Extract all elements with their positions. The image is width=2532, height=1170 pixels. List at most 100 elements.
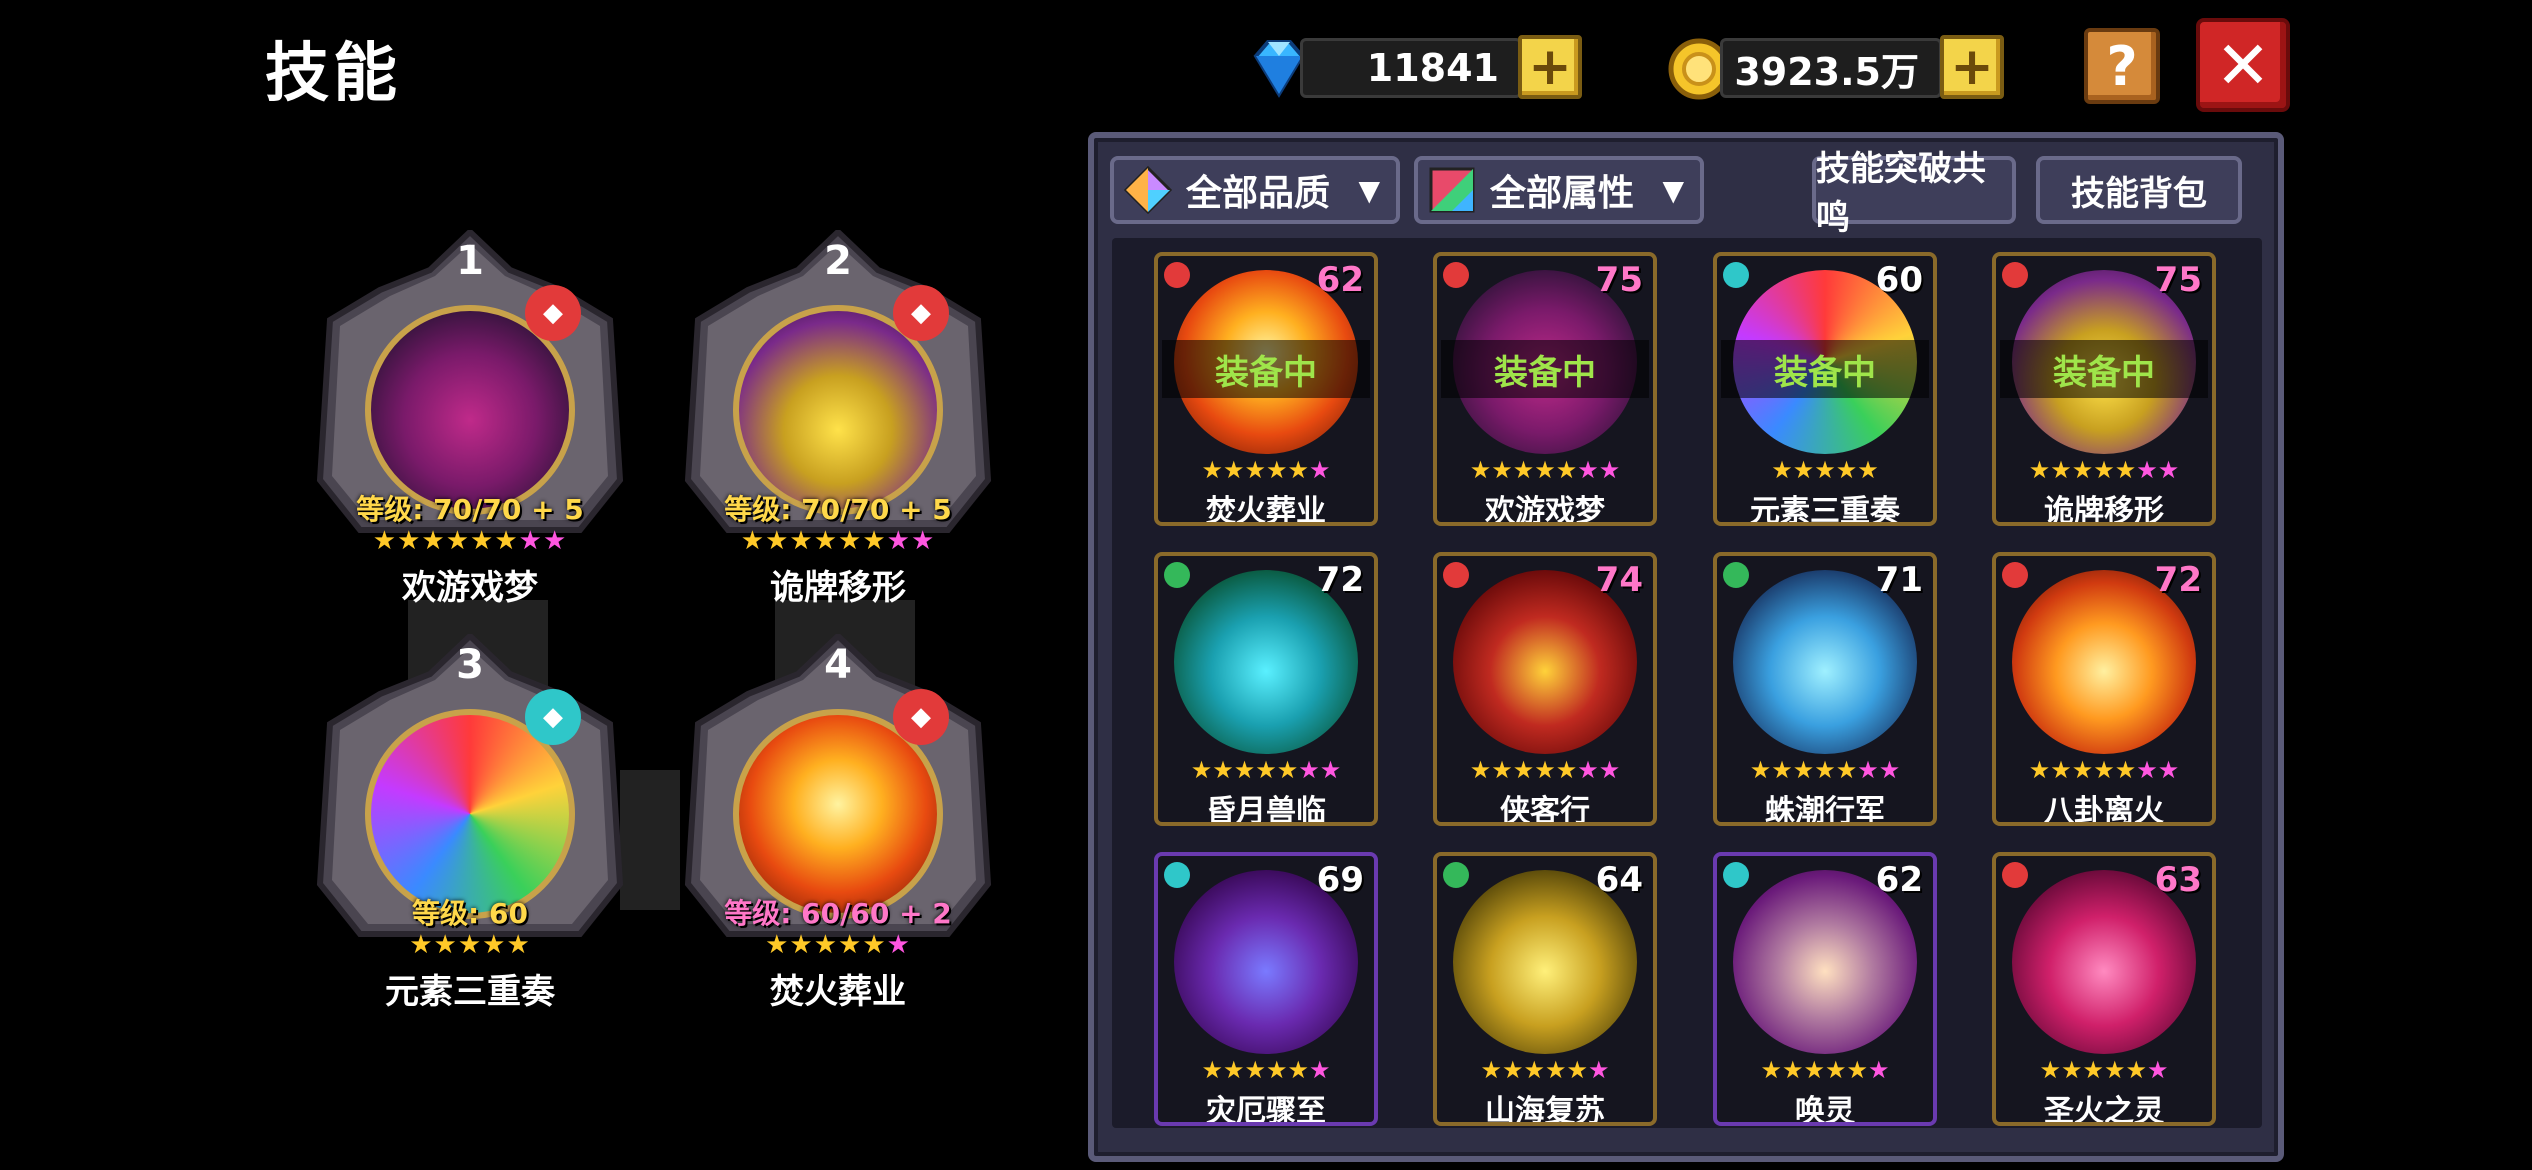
gold-count: 3923.5万 bbox=[1720, 38, 1942, 98]
pink-star-icon: ★ bbox=[1598, 456, 1621, 484]
skill-name: 八卦离火 bbox=[2044, 794, 2164, 826]
gold-star-icon: ★ bbox=[1555, 756, 1578, 784]
pink-star-icon: ★ bbox=[2157, 756, 2180, 784]
skill-card[interactable]: 64 ★★★★★★ 山海复苏 bbox=[1433, 852, 1657, 1126]
gold-star-icon: ★ bbox=[1266, 456, 1288, 484]
fire-element-icon bbox=[2002, 862, 2028, 888]
slot-skill-name: 诡牌移形 bbox=[770, 568, 906, 608]
skill-name: 唤灵 bbox=[1795, 1094, 1855, 1126]
fire-element-icon: ◆ bbox=[893, 689, 949, 745]
gold-star-icon: ★ bbox=[1803, 1056, 1825, 1084]
gold-star-icon: ★ bbox=[1534, 756, 1556, 784]
gold-star-icon: ★ bbox=[506, 930, 531, 960]
fire-element-icon bbox=[1443, 262, 1469, 288]
pink-star-icon: ★ bbox=[886, 526, 911, 556]
gold-star-icon: ★ bbox=[409, 930, 434, 960]
slot-skill-name: 欢游戏梦 bbox=[402, 568, 538, 608]
skill-card[interactable]: 75 装备中 ★★★★★★★ 诡牌移形 bbox=[1992, 252, 2216, 526]
close-button[interactable]: ✕ bbox=[2196, 18, 2290, 112]
gold-star-icon: ★ bbox=[1835, 456, 1858, 484]
gold-star-icon: ★ bbox=[1512, 456, 1535, 484]
pink-star-icon: ★ bbox=[1298, 756, 1320, 784]
equipped-badge: 装备中 bbox=[2000, 340, 2208, 398]
equipped-slot-1[interactable]: 1 ◆ 等级: 70/70 + 5 ★★★★★★★★ 欢游戏梦 bbox=[310, 230, 630, 608]
slot-stars: ★★★★★ bbox=[310, 930, 630, 960]
pink-star-icon: ★ bbox=[518, 526, 543, 556]
skill-card[interactable]: 63 ★★★★★★ 圣火之灵 bbox=[1992, 852, 2216, 1126]
gold-star-icon: ★ bbox=[1545, 1056, 1567, 1084]
gold-star-icon: ★ bbox=[1276, 756, 1299, 784]
pink-star-icon: ★ bbox=[886, 930, 911, 960]
skill-card[interactable]: 72 ★★★★★★★ 昏月兽临 bbox=[1154, 552, 1378, 826]
gold-star-icon: ★ bbox=[1255, 756, 1277, 784]
gold-star-icon: ★ bbox=[765, 526, 790, 556]
equipped-slot-3[interactable]: 3 ◆ 等级: 60 ★★★★★ 元素三重奏 bbox=[310, 634, 630, 1012]
gold-star-icon: ★ bbox=[862, 930, 887, 960]
gold-star-icon: ★ bbox=[1792, 756, 1815, 784]
skill-stars: ★★★★★★ bbox=[1158, 456, 1374, 484]
skill-card[interactable]: 74 ★★★★★★★ 侠客行 bbox=[1433, 552, 1657, 826]
skill-card[interactable]: 71 ★★★★★★★ 蛛潮行军 bbox=[1713, 552, 1937, 826]
equipped-slot-2[interactable]: 2 ◆ 等级: 70/70 + 5 ★★★★★★★★ 诡牌移形 bbox=[678, 230, 998, 608]
skill-level: 75 bbox=[1595, 260, 1643, 300]
attribute-filter-dropdown[interactable]: 全部属性 ▼ bbox=[1414, 156, 1704, 224]
equipped-badge: 装备中 bbox=[1441, 340, 1649, 398]
gold-star-icon: ★ bbox=[433, 930, 458, 960]
add-gold-button[interactable]: + bbox=[1940, 35, 2004, 99]
slot-stars: ★★★★★★★★ bbox=[310, 526, 630, 556]
gold-star-icon: ★ bbox=[740, 526, 766, 556]
slot-level: 等级: 60 bbox=[412, 897, 528, 930]
gold-star-icon: ★ bbox=[1814, 756, 1836, 784]
quality-filter-dropdown[interactable]: 全部品质 ▼ bbox=[1110, 156, 1400, 224]
skill-level: 74 bbox=[1595, 560, 1643, 600]
slot-stars: ★★★★★★★★ bbox=[678, 526, 998, 556]
gold-star-icon: ★ bbox=[862, 526, 887, 556]
skill-level: 72 bbox=[2154, 560, 2202, 600]
page-title: 技能 bbox=[265, 37, 401, 111]
skill-bag-button[interactable]: 技能背包 bbox=[2036, 156, 2242, 224]
gold-star-icon: ★ bbox=[1749, 756, 1772, 784]
pink-star-icon: ★ bbox=[1319, 756, 1342, 784]
pink-star-icon: ★ bbox=[542, 526, 568, 556]
fire-element-icon bbox=[1443, 562, 1469, 588]
skill-name: 昏月兽临 bbox=[1206, 794, 1326, 826]
gold-star-icon: ★ bbox=[1222, 456, 1245, 484]
skill-level: 62 bbox=[1316, 260, 1364, 300]
skill-level: 72 bbox=[1316, 560, 1364, 600]
skill-name: 焚火葬业 bbox=[1206, 494, 1326, 526]
pink-star-icon: ★ bbox=[1577, 456, 1599, 484]
water-element-icon bbox=[1723, 862, 1749, 888]
skill-card[interactable]: 69 ★★★★★★ 灾厄骤至 bbox=[1154, 852, 1378, 1126]
pink-star-icon: ★ bbox=[1309, 1056, 1331, 1084]
skill-card[interactable]: 75 装备中 ★★★★★★★ 欢游戏梦 bbox=[1433, 252, 1657, 526]
gold-star-icon: ★ bbox=[789, 526, 814, 556]
gold-star-icon: ★ bbox=[2060, 1056, 2083, 1084]
gold-star-icon: ★ bbox=[2125, 1056, 2148, 1084]
skill-card[interactable]: 62 ★★★★★★ 唤灵 bbox=[1713, 852, 1937, 1126]
skill-name: 山海复苏 bbox=[1485, 1094, 1605, 1126]
skill-resonance-button[interactable]: 技能突破共鸣 bbox=[1812, 149, 2016, 238]
gold-star-icon: ★ bbox=[838, 526, 863, 556]
slot-number: 1 bbox=[456, 238, 484, 284]
gold-star-icon: ★ bbox=[2071, 456, 2094, 484]
skill-card[interactable]: 72 ★★★★★★★ 八卦离火 bbox=[1992, 552, 2216, 826]
water-element-icon bbox=[1723, 262, 1749, 288]
skill-card[interactable]: 62 装备中 ★★★★★★ 焚火葬业 bbox=[1154, 252, 1378, 526]
equipped-slot-4[interactable]: 4 ◆ 等级: 60/60 + 2 ★★★★★★ 焚火葬业 bbox=[678, 634, 998, 1012]
gold-star-icon: ★ bbox=[1534, 456, 1556, 484]
gold-star-icon: ★ bbox=[1244, 456, 1266, 484]
skill-level: 60 bbox=[1875, 260, 1923, 300]
slot-stars: ★★★★★★ bbox=[678, 930, 998, 960]
help-button[interactable]: ? bbox=[2084, 28, 2160, 104]
skill-card[interactable]: 60 装备中 ★★★★★ 元素三重奏 bbox=[1713, 252, 1937, 526]
gold-star-icon: ★ bbox=[2028, 456, 2051, 484]
gold-star-icon: ★ bbox=[1491, 456, 1513, 484]
gold-star-icon: ★ bbox=[1222, 1056, 1245, 1084]
gold-star-icon: ★ bbox=[1760, 1056, 1782, 1084]
gold-star-icon: ★ bbox=[1781, 1056, 1804, 1084]
skill-name: 侠客行 bbox=[1500, 794, 1590, 826]
add-gems-button[interactable]: + bbox=[1518, 35, 1582, 99]
fire-element-icon bbox=[2002, 562, 2028, 588]
wood-element-icon bbox=[1164, 562, 1190, 588]
gold-star-icon: ★ bbox=[2028, 756, 2051, 784]
